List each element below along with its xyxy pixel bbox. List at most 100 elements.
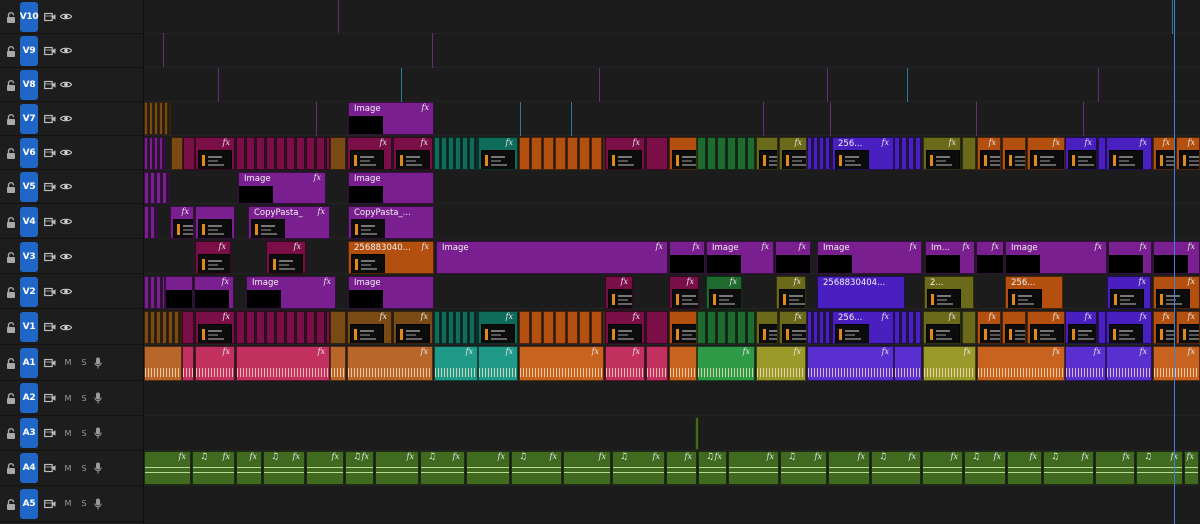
clip[interactable] [1002, 311, 1026, 344]
clip-sliver[interactable] [469, 137, 475, 170]
music-clip[interactable]: fx♫ [612, 451, 665, 485]
lock-icon[interactable] [6, 357, 16, 369]
clip-copypasta[interactable]: CopyPasta_... [348, 206, 434, 239]
clip-sliver[interactable] [579, 137, 590, 170]
solo-button[interactable]: S [80, 429, 88, 438]
clip-sliver[interactable] [286, 137, 295, 170]
clip-sliver[interactable] [737, 311, 746, 344]
clip-sliver[interactable] [448, 311, 454, 344]
lock-icon[interactable] [6, 322, 16, 333]
clip[interactable]: fx [1176, 311, 1200, 344]
clip-image[interactable]: Image fx [706, 241, 774, 274]
clip-image[interactable]: Image fx [817, 241, 922, 274]
clip[interactable] [195, 206, 235, 239]
audio-clip[interactable]: fx [1153, 346, 1200, 381]
clip-sliver[interactable] [591, 311, 602, 344]
clip-image[interactable]: Image [348, 172, 434, 204]
clip-image[interactable]: Image [348, 276, 434, 309]
clip-sliver[interactable] [154, 137, 158, 170]
audio-clip[interactable] [894, 346, 922, 381]
mic-icon[interactable] [94, 392, 102, 404]
clip[interactable]: fx [1153, 241, 1200, 274]
eye-icon[interactable] [60, 252, 72, 262]
eye-icon[interactable] [60, 12, 72, 22]
clip-sliver[interactable] [149, 137, 153, 170]
eye-icon[interactable] [60, 114, 72, 124]
clip-sliver[interactable] [144, 206, 149, 239]
clip-sliver[interactable] [144, 311, 149, 344]
film-toggle-icon[interactable] [44, 46, 56, 56]
lock-icon[interactable] [6, 216, 16, 228]
audio-clip[interactable]: fx [605, 346, 645, 381]
clip[interactable] [756, 311, 778, 344]
eye-icon[interactable] [60, 322, 72, 332]
clip-sliver[interactable] [901, 137, 907, 170]
track-target-v9[interactable]: V9 [20, 35, 38, 66]
clip[interactable] [756, 137, 778, 170]
clip[interactable]: 256... fx [832, 311, 894, 344]
clip-sliver[interactable] [164, 137, 166, 170]
clip[interactable]: fx [669, 241, 705, 274]
music-clip[interactable]: fx♫ [511, 451, 562, 485]
clip-sliver[interactable] [707, 311, 716, 344]
mute-button[interactable]: M [64, 358, 72, 367]
clip-sliver[interactable] [169, 102, 171, 135]
audio-clip[interactable]: fx [347, 346, 433, 381]
clip-sliver[interactable] [256, 137, 265, 170]
clip[interactable] [171, 137, 183, 170]
clip-sliver[interactable] [434, 137, 440, 170]
clip-sliver[interactable] [567, 311, 578, 344]
clip-sliver[interactable] [154, 102, 158, 135]
track-target-v8[interactable]: V8 [20, 69, 38, 100]
clip-sliver[interactable] [276, 311, 285, 344]
film-toggle-icon[interactable] [44, 217, 56, 227]
clip-sliver[interactable] [306, 311, 315, 344]
music-clip[interactable]: fx♫ [698, 451, 727, 485]
audio-sliver[interactable] [695, 417, 699, 450]
film-toggle-icon[interactable] [44, 80, 56, 90]
music-clip[interactable]: fx [306, 451, 344, 485]
mic-icon[interactable] [94, 427, 102, 439]
clip[interactable]: Im... fx [925, 241, 975, 274]
clip[interactable]: fx [194, 276, 234, 309]
track-target-v6[interactable]: V6 [20, 137, 38, 168]
music-clip[interactable]: fx [1184, 451, 1199, 485]
clip-sliver[interactable] [150, 311, 155, 344]
clip-sliver[interactable] [316, 137, 325, 170]
clip[interactable]: fx [1065, 137, 1097, 170]
clip[interactable]: fx [393, 137, 433, 170]
eye-icon[interactable] [60, 148, 72, 158]
clip-sliver[interactable] [717, 311, 726, 344]
clip-sliver[interactable] [901, 311, 907, 344]
music-clip[interactable]: fx [466, 451, 510, 485]
clip[interactable]: fx [1027, 137, 1065, 170]
eye-icon[interactable] [60, 287, 72, 297]
clip[interactable]: fx [393, 311, 433, 344]
clip[interactable]: fx [347, 311, 392, 344]
lock-icon[interactable] [6, 181, 16, 193]
clip-copypasta[interactable]: CopyPasta_ fx [248, 206, 330, 239]
film-toggle-icon[interactable] [44, 463, 56, 473]
music-clip[interactable]: fx [828, 451, 870, 485]
clip-sliver[interactable] [150, 172, 155, 204]
audio-clip[interactable]: fx [236, 346, 330, 381]
clip[interactable]: fx [605, 311, 645, 344]
audio-clip[interactable]: fx [977, 346, 1065, 381]
music-clip[interactable]: fx [375, 451, 419, 485]
track-target-v1[interactable]: V1 [20, 312, 38, 342]
clip[interactable]: fx [779, 137, 807, 170]
clip-sliver[interactable] [579, 311, 590, 344]
clip-sliver[interactable] [727, 137, 736, 170]
clip-sliver[interactable] [462, 311, 468, 344]
clip-image[interactable]: Image fx [238, 172, 326, 204]
solo-button[interactable]: S [80, 394, 88, 403]
track-target-a2[interactable]: A2 [20, 383, 38, 413]
clip[interactable]: fx [195, 241, 231, 274]
clip-numbered[interactable]: 256883040... fx [348, 241, 434, 274]
clip[interactable]: fx [266, 241, 306, 274]
lock-icon[interactable] [6, 393, 16, 404]
clip-sliver[interactable] [156, 276, 161, 309]
clip-sliver[interactable] [591, 137, 602, 170]
track-lane-v7[interactable] [144, 102, 1200, 136]
clip-sliver[interactable] [519, 311, 530, 344]
